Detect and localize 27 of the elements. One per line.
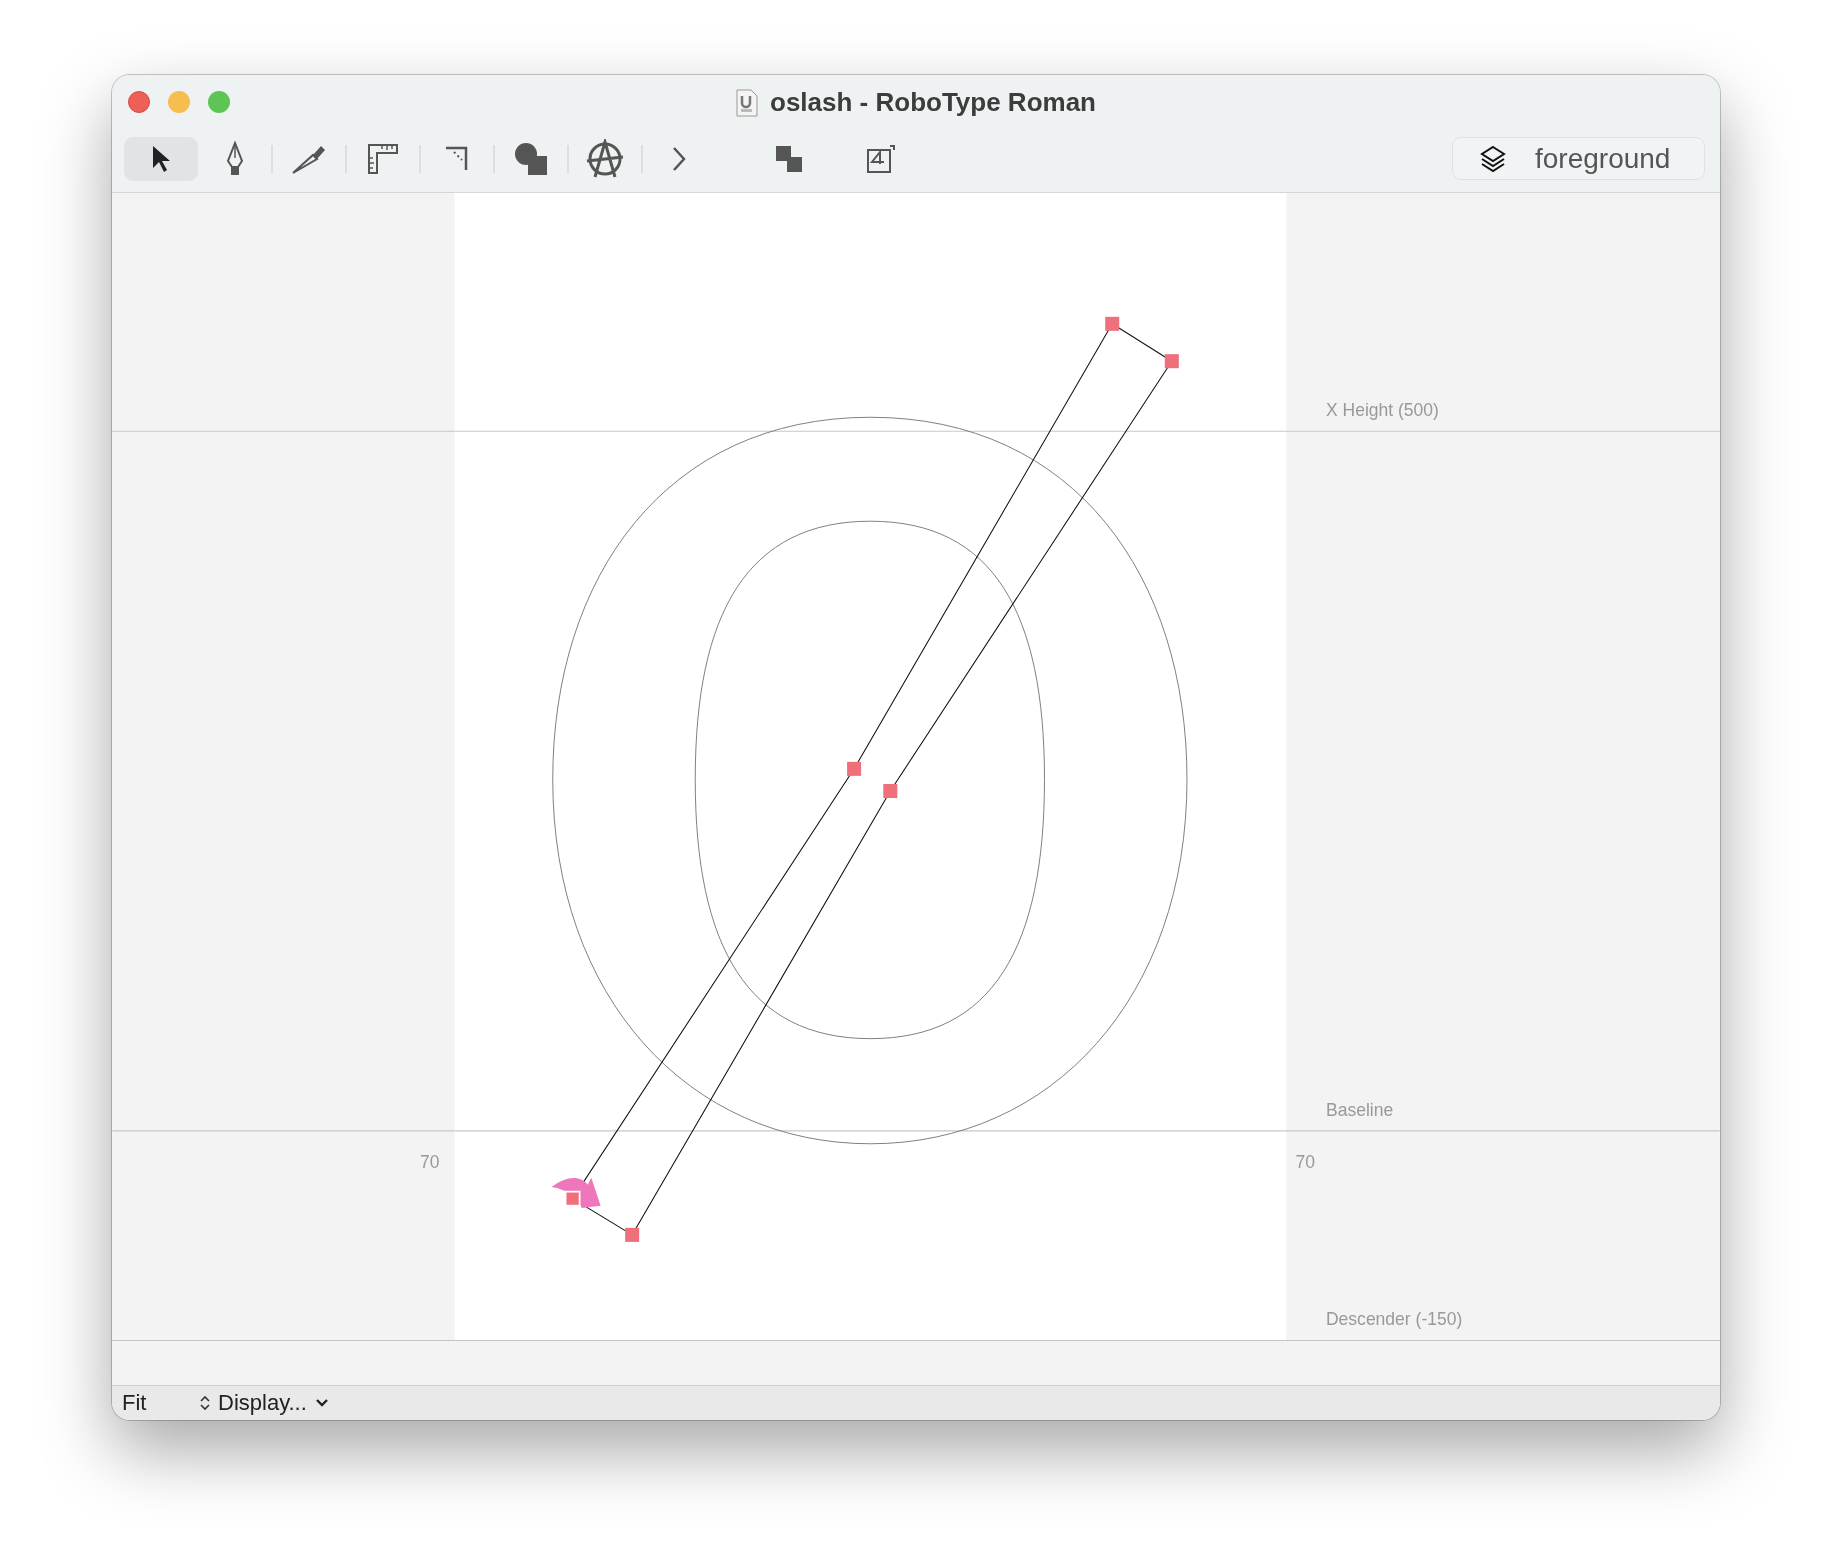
guide-label: X Height (500) bbox=[1326, 400, 1439, 421]
circle-a-icon bbox=[585, 138, 625, 179]
guide-label: Descender (-150) bbox=[1326, 1308, 1463, 1329]
ruler-icon bbox=[367, 142, 399, 175]
guide-label: Baseline bbox=[1326, 1099, 1394, 1120]
display-menu[interactable]: Display... bbox=[200, 1390, 329, 1416]
point-handle[interactable] bbox=[564, 1190, 581, 1207]
point-handle[interactable] bbox=[883, 784, 898, 799]
window-title: oslash - RoboType Roman bbox=[770, 87, 1096, 118]
zoom-label: Fit bbox=[122, 1390, 148, 1416]
zoom-button[interactable] bbox=[208, 91, 230, 113]
close-button[interactable] bbox=[128, 91, 150, 113]
square-corner-icon bbox=[866, 143, 896, 174]
start-point-marker bbox=[551, 1177, 601, 1208]
pointer-tool-button[interactable] bbox=[124, 136, 198, 181]
document-icon bbox=[736, 88, 758, 117]
shapes-icon bbox=[514, 141, 548, 176]
layer-button[interactable]: foreground bbox=[1452, 137, 1705, 180]
up-down-icon bbox=[200, 1395, 210, 1411]
pen-nib-icon bbox=[224, 140, 246, 177]
margin-value: 70 bbox=[419, 1152, 440, 1173]
arrow-pointer-icon bbox=[151, 144, 171, 173]
layers-icon bbox=[1479, 144, 1507, 173]
chevron-down-icon bbox=[314, 1398, 329, 1408]
margin-value: 70 bbox=[1295, 1152, 1316, 1173]
overlapping-squares-icon bbox=[775, 144, 803, 173]
corner-icon bbox=[444, 145, 470, 172]
